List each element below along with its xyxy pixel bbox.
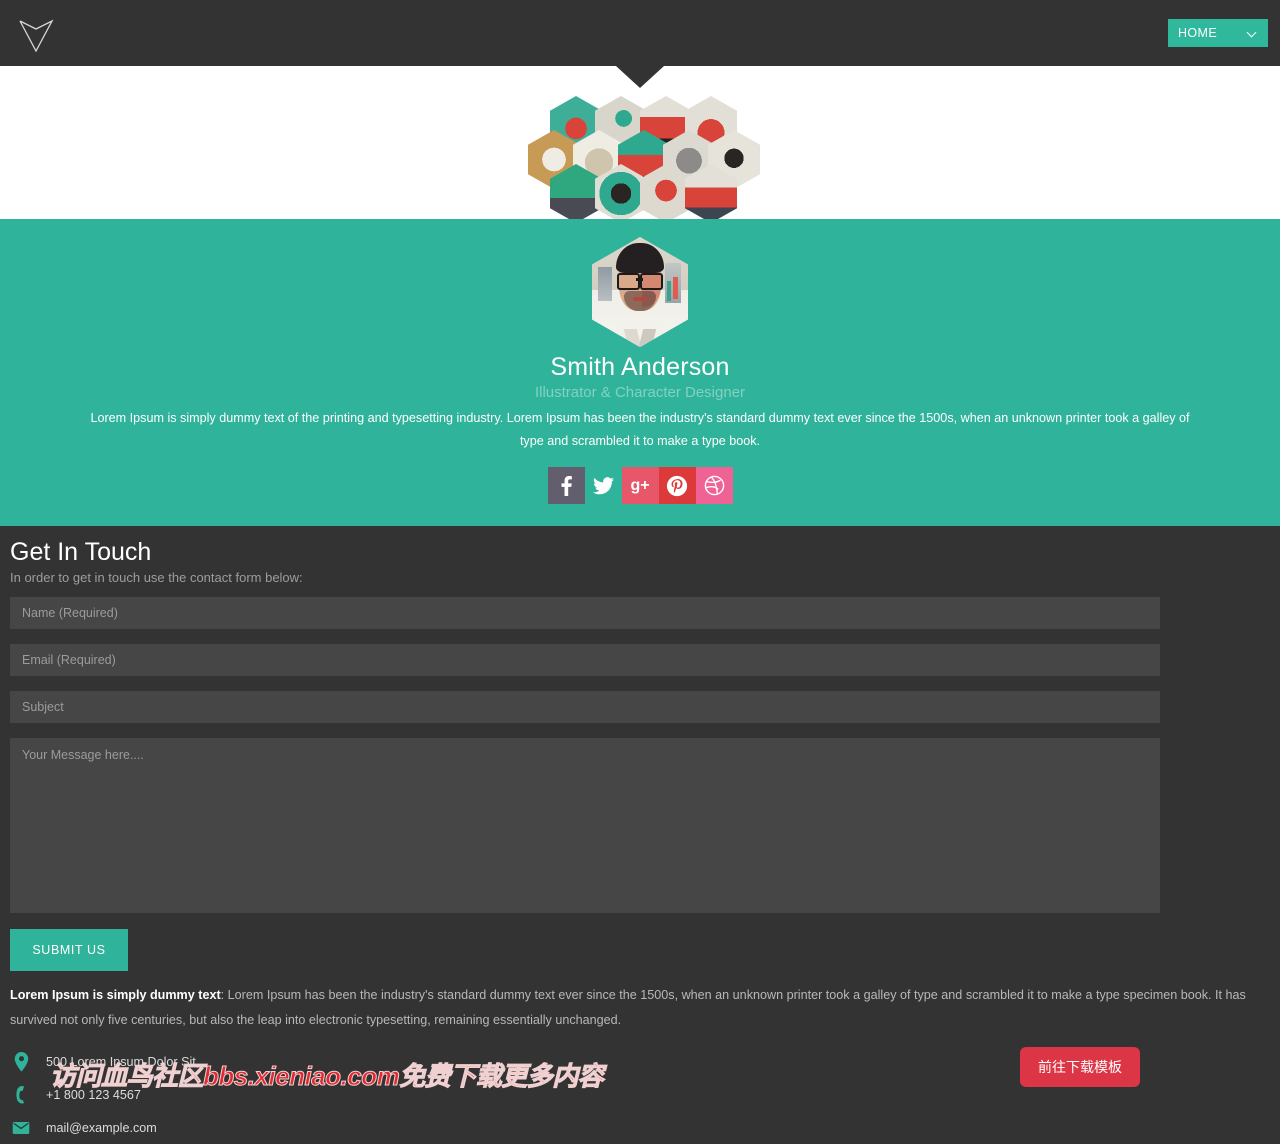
phone-icon <box>10 1085 32 1105</box>
site-header: HOME <box>0 0 1280 66</box>
dribbble-icon[interactable] <box>695 467 733 504</box>
contact-phone-text: +1 800 123 4567 <box>46 1087 141 1102</box>
google-plus-icon[interactable]: g+ <box>621 467 659 504</box>
facebook-icon[interactable] <box>547 467 585 504</box>
nav-dropdown-home[interactable]: HOME <box>1168 19 1268 47</box>
profile-bio: Lorem Ipsum is simply dummy text of the … <box>90 411 1190 448</box>
twitter-icon[interactable] <box>585 467 622 504</box>
dribbble-glyph <box>704 475 724 496</box>
envelope-icon <box>10 1121 32 1135</box>
avatar-bg-object-red <box>673 277 678 299</box>
avatar-bg-object-teal <box>667 281 671 301</box>
subject-input[interactable] <box>10 691 1160 723</box>
nav-dropdown-label: HOME <box>1178 26 1218 40</box>
contact-subtitle: In order to get in touch use the contact… <box>10 570 303 585</box>
facebook-glyph <box>561 475 572 496</box>
submit-button[interactable]: SUBMIT US <box>10 929 128 971</box>
email-input[interactable] <box>10 644 1160 676</box>
header-notch-triangle <box>616 66 664 88</box>
avatar-bg-shelf-left <box>598 267 612 301</box>
avatar-glasses-bridge <box>636 278 643 281</box>
avatar <box>592 237 688 347</box>
location-pin-icon <box>10 1051 32 1072</box>
contact-section: Get In Touch In order to get in touch us… <box>0 526 1280 1144</box>
profile-band: Smith Anderson Illustrator & Character D… <box>0 219 1280 526</box>
contact-details: 500 Lorem Ipsum Dolor Sit, +1 800 123 45… <box>10 1045 1270 1144</box>
avatar-collar-right <box>638 329 657 347</box>
profile-role: Illustrator & Character Designer <box>534 384 746 401</box>
name-input[interactable] <box>10 597 1160 629</box>
portfolio-hex-grid <box>528 96 760 223</box>
profile-name: Smith Anderson <box>550 353 730 381</box>
chevron-down-logo-icon <box>19 19 54 53</box>
contact-detail-email: mail@example.com <box>10 1111 1270 1144</box>
site-logo[interactable] <box>12 9 60 57</box>
footer-paragraph: Lorem Ipsum is simply dummy text: Lorem … <box>10 983 1280 1033</box>
avatar-mouth <box>633 297 647 301</box>
twitter-glyph <box>592 476 614 494</box>
download-template-button[interactable]: 前往下载模板 <box>1020 1047 1140 1087</box>
contact-title: Get In Touch <box>10 538 152 566</box>
contact-email-text: mail@example.com <box>46 1120 157 1135</box>
social-links: g+ <box>0 467 1280 504</box>
message-textarea[interactable] <box>10 738 1160 913</box>
google-plus-glyph: g+ <box>630 476 650 494</box>
pinterest-icon[interactable] <box>658 467 696 504</box>
pinterest-glyph <box>666 475 688 496</box>
portfolio-strip <box>0 66 1280 223</box>
chevron-down-icon <box>1248 28 1258 38</box>
contact-address-text: 500 Lorem Ipsum Dolor Sit, <box>46 1054 200 1069</box>
footer-paragraph-bold: Lorem Ipsum is simply dummy text <box>10 988 221 1002</box>
